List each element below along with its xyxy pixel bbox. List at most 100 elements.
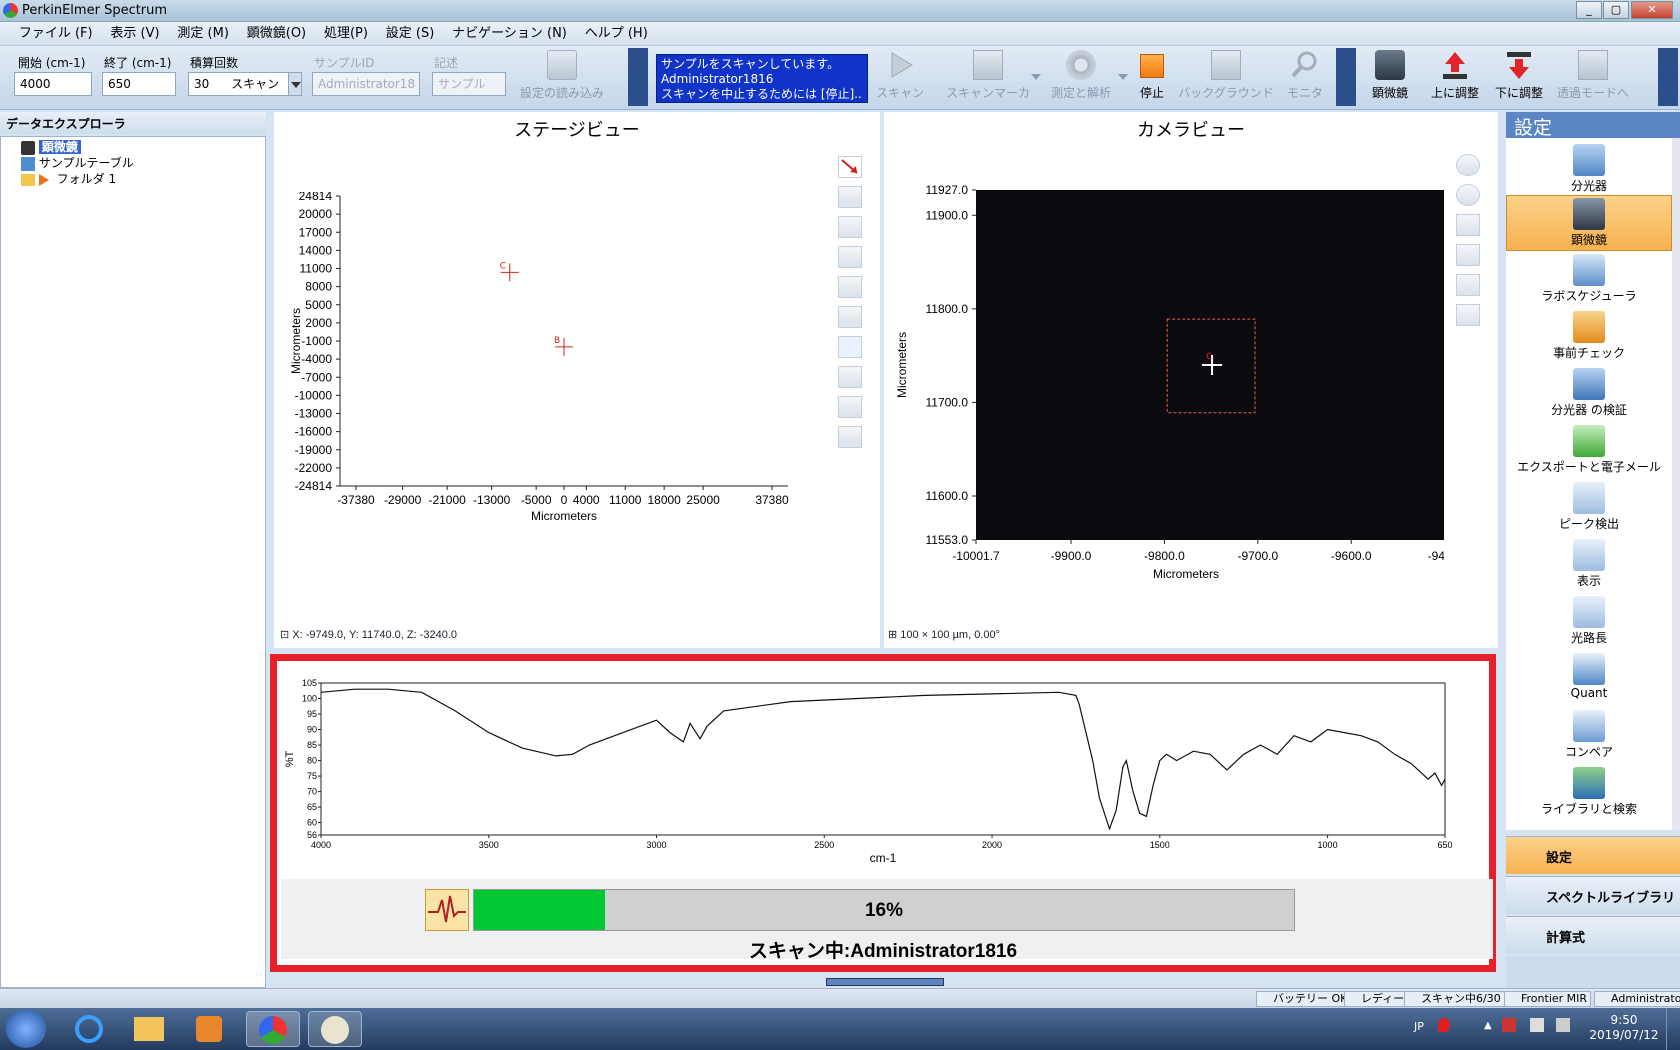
compare-icon: [1573, 710, 1605, 742]
move-down-icon[interactable]: [838, 246, 862, 268]
close-button[interactable]: ✕: [1631, 1, 1673, 19]
nav-overflow[interactable]: [1506, 956, 1680, 988]
sample-id-label: サンプルID: [314, 56, 375, 70]
stop-icon: [1140, 54, 1164, 78]
adjust-down-button[interactable]: 下に調整: [1490, 50, 1548, 101]
bottom-splitter-grip[interactable]: [826, 978, 944, 986]
save-image-icon[interactable]: [1456, 304, 1480, 326]
settings-item-quant[interactable]: Quant: [1506, 651, 1672, 707]
save-stage-icon[interactable]: [838, 426, 862, 448]
maximize-button[interactable]: ▢: [1603, 1, 1629, 19]
select-arrow-icon[interactable]: [838, 156, 862, 178]
language-indicator[interactable]: JP: [1414, 1020, 1424, 1033]
ie-icon[interactable]: [62, 1011, 116, 1047]
volume-icon[interactable]: [1556, 1018, 1570, 1032]
settings-item-display[interactable]: 表示: [1506, 537, 1672, 593]
scan-marker-button[interactable]: スキャンマーカ: [936, 50, 1040, 101]
spectrum-line: [320, 688, 1446, 831]
explorer-icon[interactable]: [122, 1011, 176, 1047]
transmission-mode-button[interactable]: 透過モードへ: [1554, 50, 1632, 101]
settings-item-pathlength[interactable]: 光路長: [1506, 594, 1672, 650]
rotate-icon[interactable]: [1456, 154, 1480, 176]
y-tick-label: -7000: [301, 370, 332, 384]
alert-icon[interactable]: [1438, 1018, 1450, 1032]
background-button[interactable]: バックグラウンド: [1174, 50, 1278, 101]
refresh-icon[interactable]: [1456, 184, 1480, 206]
y-axis-label: Micrometers: [895, 332, 909, 398]
settings-item-label: ライブラリと検索: [1540, 802, 1637, 816]
monitor-button[interactable]: モニタ: [1282, 50, 1328, 101]
measure-analyze-button[interactable]: 測定と解析: [1046, 50, 1116, 101]
settings-item-library[interactable]: ライブラリと検索: [1506, 765, 1672, 821]
sample-id-input[interactable]: Administrator18: [312, 72, 420, 96]
action-center-icon[interactable]: [1502, 1018, 1516, 1032]
paint-app-task[interactable]: [308, 1011, 362, 1047]
microscope-button[interactable]: 顕微鏡: [1368, 50, 1412, 101]
settings-item-peak[interactable]: ピーク検出: [1506, 480, 1672, 536]
settings-scrollbar[interactable]: [1672, 138, 1680, 830]
stage-plot[interactable]: 24814 20000 17000 14000 11000 8000 5000 2000 -10…: [274, 192, 874, 672]
measure-dropdown-icon[interactable]: [1118, 74, 1128, 80]
settings-item-lab-scheduler[interactable]: ラボスケジューラ: [1506, 252, 1672, 308]
settings-item-precheck[interactable]: 事前チェック: [1506, 309, 1672, 365]
remove-all-icon[interactable]: [838, 396, 862, 418]
show-desktop-button[interactable]: [1666, 1008, 1680, 1050]
menu-settings[interactable]: 設定 (S): [379, 22, 442, 45]
menu-view[interactable]: 表示 (V): [103, 22, 166, 45]
spectrum-app-task[interactable]: [246, 1011, 300, 1047]
start-input[interactable]: 4000: [14, 72, 92, 96]
nav-formula[interactable]: 計算式: [1506, 916, 1680, 954]
tree-item-folder[interactable]: フォルダ 1: [21, 171, 116, 187]
toolbar-overflow-3[interactable]: [1658, 48, 1678, 106]
nav-settings[interactable]: 設定: [1506, 836, 1680, 874]
adjust-up-button[interactable]: 上に調整: [1426, 50, 1484, 101]
capture-down-icon[interactable]: [1456, 244, 1480, 266]
settings-item-compare[interactable]: コンペア: [1506, 708, 1672, 764]
remove-point-icon[interactable]: [838, 366, 862, 388]
x-tick-label: 18000: [647, 493, 681, 507]
scan-marker-dropdown-icon[interactable]: [1031, 74, 1041, 80]
scans-input[interactable]: 30 スキャン: [188, 72, 302, 96]
settings-item-microscope[interactable]: 顕微鏡: [1506, 195, 1672, 251]
network-icon[interactable]: [1530, 1018, 1544, 1032]
spectrum-chart[interactable]: 105 100 95 90 85 80 75 70 65 60 564000 3500 3000 2500…: [281, 675, 1493, 879]
add-point-icon[interactable]: [838, 336, 862, 358]
settings-item-spectrometer[interactable]: 分光器: [1506, 142, 1672, 198]
stop-label: 停止: [1139, 86, 1164, 100]
capture-icon[interactable]: [1456, 274, 1480, 296]
grid-marker-icon[interactable]: [838, 276, 862, 298]
load-settings-button[interactable]: 設定の読み込み: [514, 50, 610, 101]
scan-message-box: サンプルをスキャンしています。 Administrator1816 スキャンを中…: [656, 54, 868, 103]
grid-icon[interactable]: [838, 216, 862, 238]
menu-file[interactable]: ファイル (F): [12, 22, 100, 45]
camera-plot[interactable]: 11927.0 11900.0 11800.0 11700.0 11600.0 11553…: [884, 178, 1444, 618]
description-input[interactable]: サンプル: [432, 72, 506, 96]
status-ready: レディー: [1344, 991, 1409, 1007]
media-player-icon[interactable]: [182, 1011, 236, 1047]
minimize-button[interactable]: _: [1576, 1, 1602, 19]
scan-button[interactable]: スキャン: [868, 50, 932, 101]
menu-measure[interactable]: 測定 (M): [170, 22, 236, 45]
x-tick-label: 4000: [573, 493, 600, 507]
scans-dropdown-icon[interactable]: [288, 73, 301, 95]
autofocus-icon[interactable]: [1456, 214, 1480, 236]
settings-item-export[interactable]: エクスポートと電子メール: [1506, 423, 1672, 479]
toolbar-overflow-2[interactable]: [1336, 48, 1356, 106]
menu-microscope[interactable]: 顕微鏡(O): [240, 22, 313, 45]
settings-item-verification[interactable]: 分光器 の検証: [1506, 366, 1672, 422]
clock[interactable]: 9:50 2019/07/12: [1588, 1013, 1660, 1043]
tree-item-sample-table[interactable]: サンプルテーブル: [21, 155, 134, 171]
nav-spectrum-library[interactable]: スペクトルライブラリ: [1506, 876, 1680, 914]
eye-icon[interactable]: [838, 186, 862, 208]
end-input[interactable]: 650: [102, 72, 176, 96]
toolbar-overflow-1[interactable]: [628, 48, 648, 106]
image-icon[interactable]: [838, 306, 862, 328]
menu-navigation[interactable]: ナビゲーション (N): [445, 22, 574, 45]
stop-button[interactable]: 停止: [1134, 50, 1170, 101]
menu-help[interactable]: ヘルプ (H): [578, 22, 655, 45]
menu-process[interactable]: 処理(P): [317, 22, 375, 45]
background-label: バックグラウンド: [1178, 86, 1274, 100]
show-hidden-icons-icon[interactable]: ▲: [1484, 1020, 1492, 1031]
start-button[interactable]: [6, 1010, 46, 1048]
tree-item-microscope[interactable]: 顕微鏡: [21, 139, 81, 155]
